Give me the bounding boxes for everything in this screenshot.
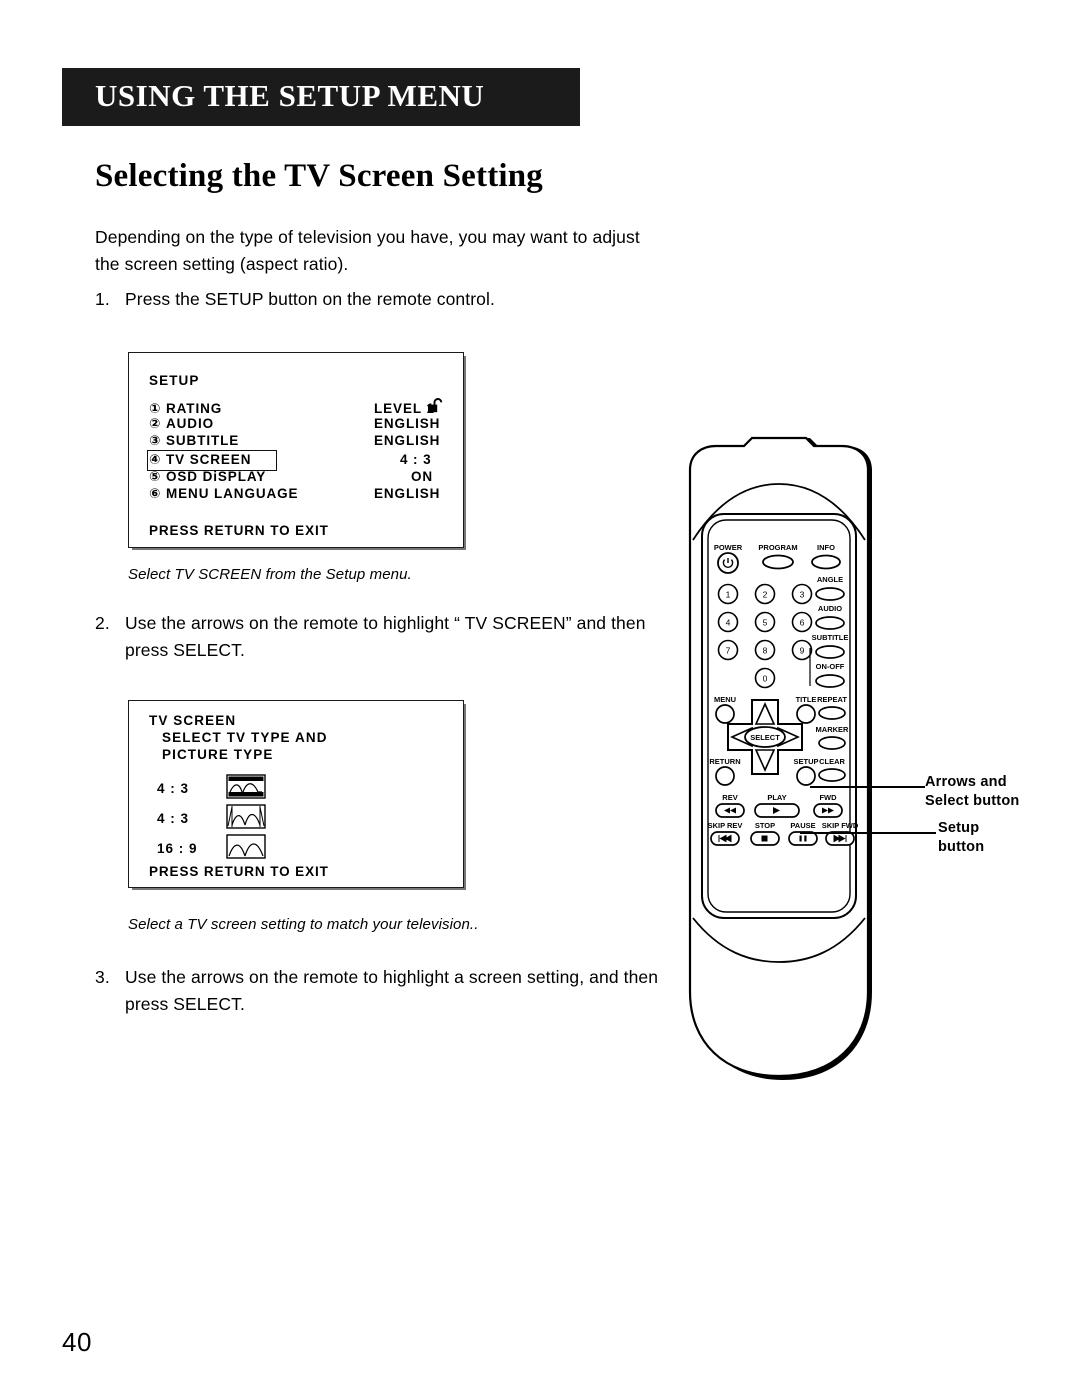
svg-text:9: 9 <box>800 646 805 656</box>
svg-text:TITLE: TITLE <box>796 695 817 704</box>
setup-row-subtitle-value: ENGLISH <box>374 433 441 448</box>
tv-screen-menu-subtitle-line2: PICTURE TYPE <box>162 747 274 762</box>
setup-row-osd-display-value: ON <box>411 469 434 484</box>
svg-text:8: 8 <box>763 646 768 656</box>
header-banner: USING THE SETUP MENU <box>62 68 580 126</box>
setup-row-tv-screen-label: TV SCREEN <box>166 452 252 467</box>
callout-arrows-select: Arrows and Select button <box>925 773 1055 811</box>
setup-menu-footer: PRESS RETURN TO EXIT <box>149 523 329 538</box>
step-2: 2. Use the arrows on the remote to highl… <box>95 610 655 664</box>
svg-text:7: 7 <box>726 646 731 656</box>
svg-text:SELECT: SELECT <box>750 733 780 742</box>
setup-menu-title: SETUP <box>149 373 200 388</box>
step-1-text: Press the SETUP button on the remote con… <box>125 289 495 309</box>
svg-text:PAUSE: PAUSE <box>790 821 815 830</box>
svg-text:STOP: STOP <box>755 821 775 830</box>
svg-text:0: 0 <box>763 674 768 684</box>
banner-title: USING THE SETUP MENU <box>95 78 485 113</box>
tv-option-1-ratio[interactable]: 4 : 3 <box>157 781 189 796</box>
intro-paragraph: Depending on the type of television you … <box>95 227 640 274</box>
letterbox-screen-icon[interactable] <box>226 774 266 799</box>
tv-screen-menu-title: TV SCREEN <box>149 713 237 728</box>
setup-row-audio-value: ENGLISH <box>374 416 441 431</box>
callout-setup-button: Setup button <box>938 819 1048 857</box>
step-3-text: Use the arrows on the remote to highligh… <box>125 967 659 1014</box>
tv-screen-menu-footer: PRESS RETURN TO EXIT <box>149 864 329 879</box>
svg-text:INFO: INFO <box>817 543 835 552</box>
remote-control-illustration: POWER PROGRAM INFO 1 2 3 4 5 6 7 8 9 0 A… <box>660 432 930 1092</box>
svg-text:POWER: POWER <box>714 543 743 552</box>
setup-row-osd-display-marker: ⑤ <box>149 469 162 485</box>
svg-text:SETUP: SETUP <box>793 757 818 766</box>
svg-text:SKIP REV: SKIP REV <box>708 821 743 830</box>
setup-row-tv-screen-value: 4 : 3 <box>400 452 432 467</box>
svg-text:FWD: FWD <box>819 793 837 802</box>
svg-text:PROGRAM: PROGRAM <box>758 543 797 552</box>
setup-menu-screenshot: SETUP ① RATING LEVEL 1 ② AUDIO ENGLISH ③… <box>128 352 464 548</box>
setup-row-rating-value: LEVEL 1 <box>374 401 435 416</box>
svg-text:ON-OFF: ON-OFF <box>816 662 845 671</box>
pan-scan-screen-icon[interactable] <box>226 804 266 829</box>
setup-row-rating-label: RATING <box>166 401 223 416</box>
callout-arrows-select-line1: Arrows and <box>925 774 1007 790</box>
svg-text:SUBTITLE: SUBTITLE <box>812 633 849 642</box>
tv-option-3-ratio[interactable]: 16 : 9 <box>157 841 198 856</box>
step-3: 3. Use the arrows on the remote to highl… <box>95 964 665 1018</box>
step-2-number: 2. <box>95 613 110 633</box>
svg-text:MENU: MENU <box>714 695 736 704</box>
caption-setup-menu: Select TV SCREEN from the Setup menu. <box>128 566 412 583</box>
callout-line-setup <box>800 832 936 834</box>
setup-row-audio-marker: ② <box>149 416 162 432</box>
svg-text:REPEAT: REPEAT <box>817 695 847 704</box>
callout-line-arrows <box>810 786 925 788</box>
svg-text:RETURN: RETURN <box>709 757 740 766</box>
page-number: 40 <box>62 1327 92 1357</box>
setup-row-menu-language-value: ENGLISH <box>374 486 441 501</box>
callout-arrows-select-line2: Select button <box>925 793 1020 809</box>
svg-text:CLEAR: CLEAR <box>819 757 845 766</box>
svg-text:5: 5 <box>763 618 768 628</box>
svg-text:PLAY: PLAY <box>767 793 786 802</box>
tv-screen-menu-screenshot: TV SCREEN SELECT TV TYPE AND PICTURE TYP… <box>128 700 464 888</box>
svg-text:REV: REV <box>722 793 737 802</box>
widescreen-screen-icon[interactable] <box>226 834 266 859</box>
svg-text:2: 2 <box>763 590 768 600</box>
svg-text:1: 1 <box>726 590 731 600</box>
callout-setup-line1: Setup <box>938 820 980 836</box>
step-1: 1. Press the SETUP button on the remote … <box>95 286 655 313</box>
setup-row-subtitle-marker: ③ <box>149 433 162 449</box>
step-2-text: Use the arrows on the remote to highligh… <box>125 613 646 660</box>
setup-row-rating-marker: ① <box>149 401 162 417</box>
setup-row-tv-screen-marker: ④ <box>149 452 162 468</box>
caption-tv-screen-menu: Select a TV screen setting to match your… <box>128 916 479 933</box>
step-3-number: 3. <box>95 967 110 987</box>
setup-row-osd-display-label: OSD DiSPLAY <box>166 469 267 484</box>
callout-setup-line2: button <box>938 839 985 855</box>
svg-text:ANGLE: ANGLE <box>817 575 843 584</box>
tv-option-2-ratio[interactable]: 4 : 3 <box>157 811 189 826</box>
manual-page: USING THE SETUP MENU Selecting the TV Sc… <box>0 0 1080 1397</box>
svg-text:3: 3 <box>800 590 805 600</box>
svg-text:SKIP FWD: SKIP FWD <box>822 821 859 830</box>
page-title: Selecting the TV Screen Setting <box>95 158 544 194</box>
svg-text:MARKER: MARKER <box>816 725 849 734</box>
svg-text:6: 6 <box>800 618 805 628</box>
setup-row-subtitle-label: SUBTITLE <box>166 433 240 448</box>
svg-text:4: 4 <box>726 618 731 628</box>
step-1-number: 1. <box>95 289 110 309</box>
setup-row-menu-language-label: MENU LANGUAGE <box>166 486 299 501</box>
svg-text:AUDIO: AUDIO <box>818 604 842 613</box>
tv-screen-menu-subtitle-line1: SELECT TV TYPE AND <box>162 730 328 745</box>
setup-row-audio-label: AUDIO <box>166 416 214 431</box>
setup-row-menu-language-marker: ⑥ <box>149 486 162 502</box>
unlocked-padlock-icon <box>427 397 445 414</box>
